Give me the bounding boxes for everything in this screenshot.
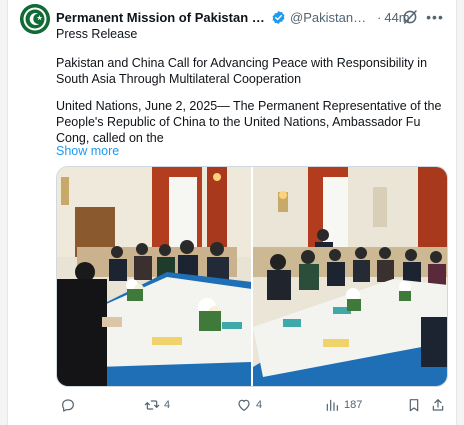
more-icon[interactable]: ••• (424, 7, 446, 27)
avatar-logo (20, 4, 50, 34)
views-count: 187 (344, 399, 363, 411)
display-name[interactable]: Permanent Mission of Pakistan to the Uni… (56, 10, 268, 25)
photo-right[interactable] (253, 167, 447, 386)
show-more-link[interactable]: Show more (56, 144, 119, 158)
like-button[interactable]: 4 (236, 396, 262, 414)
share-icon (432, 399, 444, 411)
photo-left[interactable] (57, 167, 251, 386)
separator-dot: · (377, 9, 382, 25)
like-icon (238, 399, 250, 411)
bookmark-icon (409, 399, 419, 412)
repost-count: 4 (164, 399, 171, 411)
tweet-headline: Pakistan and China Call for Advancing Pe… (56, 56, 428, 86)
like-count: 4 (256, 399, 263, 411)
action-bar: 4 4 187 (56, 396, 448, 414)
views-icon (326, 399, 338, 411)
verified-badge-icon (272, 10, 285, 24)
reply-button[interactable] (60, 396, 80, 414)
grok-icon[interactable] (401, 8, 419, 26)
tweet-card[interactable]: Permanent Mission of Pakistan to the Uni… (7, 0, 457, 425)
reply-icon (62, 399, 74, 412)
avatar[interactable] (20, 4, 50, 34)
tweet-body: United Nations, June 2, 2025— The Perman… (56, 99, 442, 145)
tweet-header: Permanent Mission of Pakistan to the Uni… (56, 8, 451, 26)
press-release-label: Press Release (56, 27, 138, 41)
handle[interactable]: @PakistanUN_NY (290, 10, 374, 25)
views-button[interactable]: 187 (324, 396, 362, 414)
share-button[interactable] (430, 396, 446, 414)
bookmark-button[interactable] (406, 396, 422, 414)
repost-icon (144, 400, 160, 410)
repost-button[interactable]: 4 (144, 396, 170, 414)
media-grid (56, 166, 448, 387)
